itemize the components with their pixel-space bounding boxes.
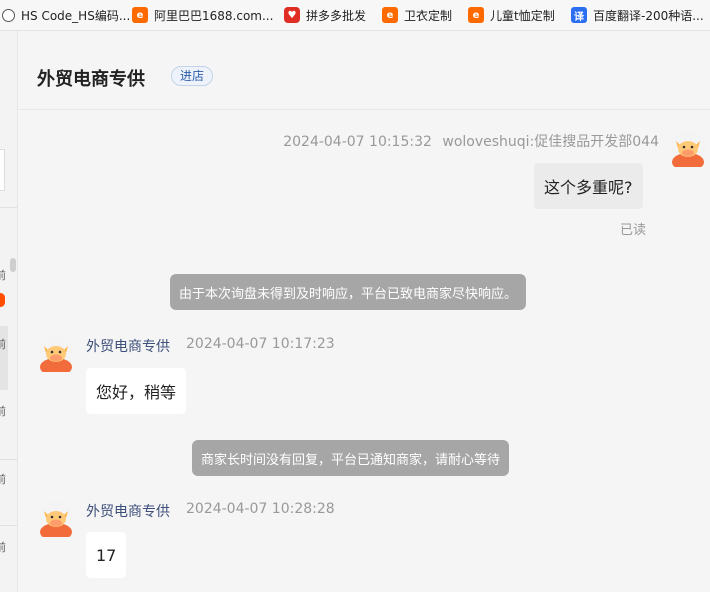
shop-avatar-icon [38,336,74,372]
list-item-edge-text: 前 [0,403,6,419]
message-bubble[interactable]: 这个多重呢? [534,163,643,209]
chat-header: 外贸电商专供 进店 [18,31,710,110]
list-item-edge-text: 前 [0,336,6,352]
chat-panel: 外贸电商专供 进店 2024-04-07 10:15:32 woloveshuq… [18,31,710,592]
unread-badge [0,293,5,307]
message-timestamp: 2024-04-07 10:28:28 [186,501,335,517]
message-sender: 外贸电商专供 [86,504,170,520]
message-timestamp: 2024-04-07 10:17:23 [186,336,335,352]
message-bubble[interactable]: 17 [86,532,127,578]
message-bubble[interactable]: 您好，稍等 [86,368,187,414]
globe-icon [2,8,15,22]
list-item-edge-text: 前 [0,267,6,283]
bookmark-baidu-translate[interactable]: 译 百度翻译-200种语... [571,0,704,30]
list-item-edge[interactable] [0,149,5,191]
bookmark-label: 儿童t恤定制 [490,8,555,23]
baidu-translate-icon: 译 [571,7,587,23]
bookmark-1688[interactable]: e 阿里巴巴1688.com... [132,0,273,30]
bookmark-hs-code[interactable]: HS Code_HS编码... [2,0,130,30]
alibaba-icon: e [132,7,148,23]
bookmark-label: 阿里巴巴1688.com... [154,8,274,23]
shop-avatar-icon [38,501,74,537]
scrollbar-thumb[interactable] [10,258,16,272]
user-avatar-icon [670,131,706,167]
conversation-list-edge: 前 前 前 前 前 [0,31,18,592]
message-sender: woloveshuqi:促佳搜品开发部044 [442,134,659,150]
bookmark-label: 百度翻译-200种语... [593,8,704,23]
enter-shop-button[interactable]: 进店 [171,66,214,86]
system-notice: 商家长时间没有回复，平台已通知商家，请耐心等待 [192,440,510,476]
system-notice: 由于本次询盘未得到及时响应，平台已致电商家尽快响应。 [170,274,527,310]
bookmarks-bar: HS Code_HS编码... e 阿里巴巴1688.com... ♥ 拼多多批… [0,0,710,31]
message-meta: 2024-04-07 10:15:32 woloveshuqi:促佳搜品开发部0… [283,131,659,151]
bookmark-kids-tshirt[interactable]: e 儿童t恤定制 [468,0,555,30]
bookmark-label: 拼多多批发 [306,8,367,23]
shop-title: 外贸电商专供 [37,69,145,90]
bookmark-hoodie[interactable]: e 卫衣定制 [382,0,452,30]
alibaba-icon: e [468,7,484,23]
bookmark-label: 卫衣定制 [404,8,453,23]
message-sender: 外贸电商专供 [86,339,170,355]
message-timestamp: 2024-04-07 10:15:32 [283,134,432,150]
read-status: 已读 [620,223,647,238]
bookmark-label: HS Code_HS编码... [21,8,131,23]
list-item-edge-text: 前 [0,539,6,555]
pinduoduo-icon: ♥ [284,7,300,23]
bookmark-pinduoduo[interactable]: ♥ 拼多多批发 [284,0,366,30]
alibaba-icon: e [382,7,398,23]
list-item-edge-text: 前 [0,471,6,487]
